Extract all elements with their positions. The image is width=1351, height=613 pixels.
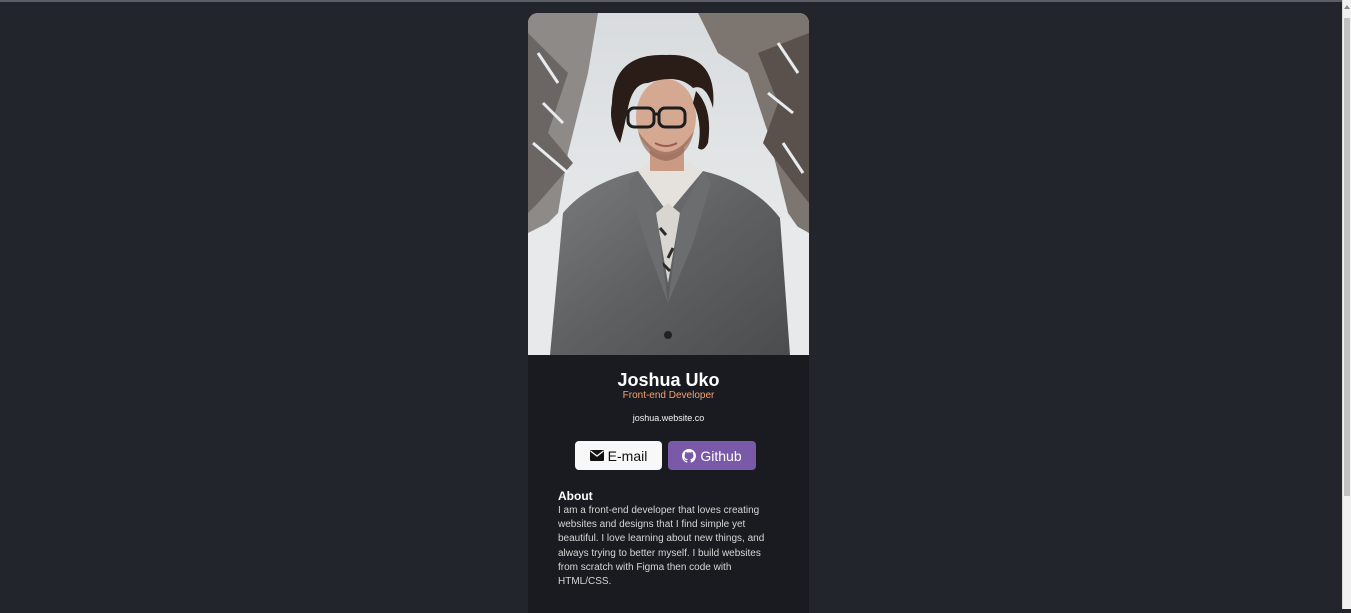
- about-text: I am a front-end developer that loves cr…: [558, 505, 765, 588]
- github-button-label: Github: [700, 447, 742, 464]
- browser-top-border: [0, 0, 1351, 2]
- profile-website[interactable]: joshua.website.co: [528, 412, 809, 424]
- github-icon: [682, 448, 697, 463]
- scrollbar-thumb[interactable]: [1344, 18, 1350, 496]
- envelope-icon: [589, 450, 604, 461]
- profile-card: Joshua Uko Front-end Developer joshua.we…: [528, 13, 809, 613]
- profile-name: Joshua Uko: [617, 370, 720, 390]
- profile-photo: [528, 13, 809, 355]
- email-button-label: E-mail: [607, 447, 648, 464]
- vertical-scrollbar[interactable]: [1342, 0, 1351, 609]
- email-button[interactable]: E-mail: [575, 441, 662, 470]
- about-heading: About: [558, 489, 593, 503]
- github-button[interactable]: Github: [668, 441, 756, 470]
- scroll-up-icon[interactable]: [1343, 2, 1351, 12]
- profile-role: Front-end Developer: [622, 390, 715, 401]
